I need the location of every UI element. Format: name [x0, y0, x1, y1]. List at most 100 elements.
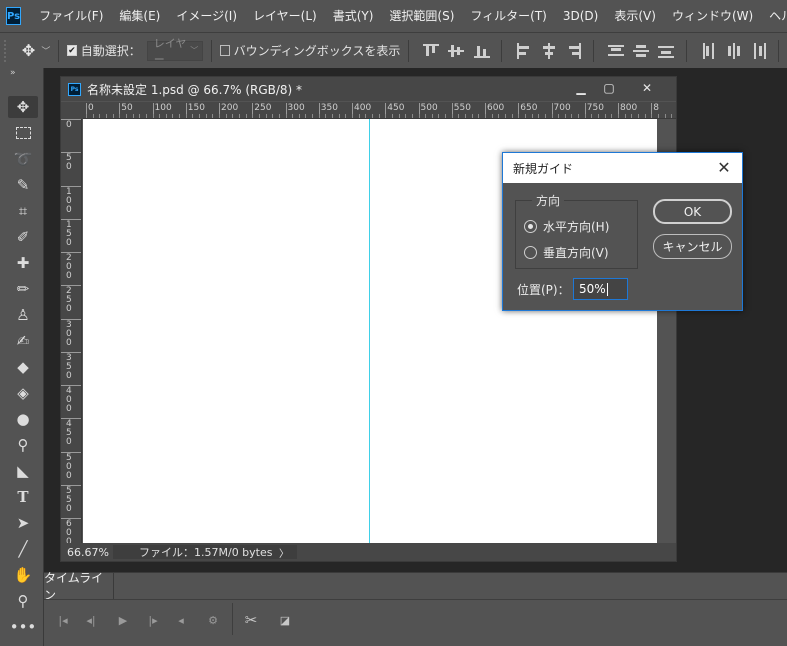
menu-item[interactable]: ファイル(F) — [31, 0, 111, 32]
distribute-right-icon[interactable] — [751, 42, 766, 59]
ruler-tick — [405, 114, 407, 118]
pen-tool-icon[interactable]: ◣ — [8, 460, 38, 482]
line-tool-icon[interactable]: ╱ — [8, 538, 38, 560]
layer-select[interactable]: レイヤー ﹀ — [146, 37, 204, 66]
menu-item[interactable]: 3D(D) — [555, 0, 606, 32]
ok-button[interactable]: OK — [653, 199, 732, 224]
type-tool-icon[interactable]: T — [8, 486, 38, 508]
divider — [500, 39, 502, 62]
marquee-tool-icon[interactable] — [8, 122, 38, 144]
align-left-icon[interactable] — [516, 42, 529, 59]
maximize-button[interactable]: ▢ — [593, 77, 625, 99]
menu-item[interactable]: 選択範囲(S) — [381, 0, 462, 32]
file-info[interactable]: ファイル：1.57M/0 bytes 〉 — [113, 545, 297, 560]
distribute-left-icon[interactable] — [701, 42, 714, 59]
tools-panel: » ✥ ➰ ✎ ⌗ ✐ ✚ ✏ ♙ ✍ ◆ ◈ ● ⚲ ◣ T ➤ ╱ ✋ ⚲ … — [0, 68, 44, 646]
menu-item[interactable]: レイヤー(L) — [245, 0, 325, 32]
align-top-icon[interactable] — [423, 43, 440, 59]
audio-icon[interactable]: ◂ — [170, 613, 192, 627]
horizontal-radio[interactable] — [524, 220, 537, 233]
ruler-tick-label: 150 — [185, 103, 205, 118]
ruler-tick-label: 800 — [617, 103, 638, 118]
distribute-hcenter-icon[interactable] — [726, 42, 740, 59]
move-tool-icon[interactable]: ✥ — [8, 96, 38, 118]
lasso-tool-icon[interactable]: ➰ — [8, 148, 38, 170]
brush-tool-icon[interactable]: ✏ — [8, 278, 38, 300]
transition-icon[interactable]: ◪ — [274, 613, 296, 627]
close-button[interactable]: ✕ — [631, 77, 663, 99]
ruler-tick — [232, 114, 234, 118]
ruler-tick — [657, 114, 659, 118]
healing-brush-tool-icon[interactable]: ✚ — [8, 252, 38, 274]
ruler-tick — [105, 114, 107, 118]
divider — [778, 39, 779, 62]
hand-tool-icon[interactable]: ✋ — [8, 564, 38, 586]
align-vcenter-icon[interactable] — [448, 43, 465, 59]
distribute-top-icon[interactable] — [608, 43, 625, 59]
align-bottom-icon[interactable] — [473, 43, 490, 59]
history-brush-tool-icon[interactable]: ✍ — [8, 330, 38, 352]
collapse-icon[interactable]: » — [10, 68, 16, 78]
menu-item[interactable]: ウィンドウ(W) — [664, 0, 761, 32]
ruler-tick-label: 200 — [218, 103, 239, 118]
scissors-icon[interactable]: ✂ — [240, 611, 262, 629]
quick-select-tool-icon[interactable]: ✎ — [8, 174, 38, 196]
dialog-title: 新規ガイド — [513, 161, 574, 176]
auto-select-label: 自動選択： — [80, 44, 141, 58]
align-right-icon[interactable] — [566, 42, 582, 59]
distribute-vcenter-icon[interactable] — [633, 43, 650, 59]
ruler-tick — [358, 114, 360, 118]
zoom-tool-icon[interactable]: ⚲ — [8, 590, 38, 612]
chevron-right-icon[interactable]: 〉 — [279, 545, 289, 560]
chevron-down-icon[interactable]: ﹀ — [41, 44, 50, 57]
bounding-box-checkbox[interactable] — [220, 45, 230, 56]
grip-handle[interactable] — [4, 39, 16, 62]
path-select-tool-icon[interactable]: ➤ — [8, 512, 38, 534]
close-icon[interactable]: ✕ — [716, 158, 732, 177]
menu-item[interactable]: フィルター(T) — [462, 0, 554, 32]
menu-item[interactable]: 書式(Y) — [325, 0, 382, 32]
align-hcenter-icon[interactable] — [541, 42, 555, 59]
zoom-level[interactable]: 66.67% — [61, 546, 113, 559]
play-icon[interactable]: ▶ — [112, 613, 134, 627]
vertical-radio[interactable] — [524, 246, 537, 259]
vertical-guide[interactable] — [369, 119, 370, 543]
distribute-bottom-icon[interactable] — [658, 43, 675, 59]
next-frame-icon[interactable]: |▸ — [142, 613, 164, 627]
dialog-titlebar[interactable]: 新規ガイド ✕ — [503, 153, 742, 183]
ruler-tick — [671, 114, 673, 118]
stamp-tool-icon[interactable]: ♙ — [8, 304, 38, 326]
ruler-tick — [219, 114, 220, 118]
eraser-tool-icon[interactable]: ◆ — [8, 356, 38, 378]
menu-item[interactable]: 表示(V) — [606, 0, 664, 32]
more-tools-icon[interactable]: ••• — [8, 616, 38, 638]
ruler-tick — [584, 114, 586, 118]
document-titlebar[interactable]: Ps 名称未設定 1.psd @ 66.7% (RGB/8) * ▁ ▢ ✕ — [61, 77, 676, 101]
blur-tool-icon[interactable]: ● — [8, 408, 38, 430]
dodge-tool-icon[interactable]: ⚲ — [8, 434, 38, 456]
eyedropper-tool-icon[interactable]: ✐ — [8, 226, 38, 248]
horizontal-ruler[interactable]: 0 50 100 150 200 250 300 350 400 450 500 550 600 650 7… — [83, 102, 676, 119]
menu-item[interactable]: 編集(E) — [111, 0, 168, 32]
ruler-tick — [252, 114, 254, 118]
ruler-tick-label: 0 — [86, 103, 94, 118]
auto-select-checkbox[interactable]: ✔ — [67, 45, 77, 56]
ruler-tick — [99, 114, 101, 118]
position-input[interactable]: 50% — [573, 278, 628, 300]
vertical-radio-row[interactable]: 垂直方向(V) — [524, 244, 609, 261]
crop-tool-icon[interactable]: ⌗ — [8, 200, 38, 222]
ruler-tick — [564, 114, 566, 118]
menu-item[interactable]: ヘルプ(H) — [761, 0, 787, 32]
vertical-ruler[interactable]: 050100150200250300350400450500550600 — [61, 119, 82, 547]
settings-gear-icon[interactable]: ⚙ — [202, 613, 224, 627]
chevron-down-icon: ﹀ — [190, 46, 199, 55]
ruler-tick — [298, 114, 300, 118]
move-tool-icon[interactable]: ✥ — [22, 41, 35, 60]
menu-item[interactable]: イメージ(I) — [168, 0, 245, 32]
cancel-button[interactable]: キャンセル — [653, 234, 732, 259]
previous-frame-icon[interactable]: ◂| — [80, 613, 102, 627]
paint-bucket-tool-icon[interactable]: ◈ — [8, 382, 38, 404]
tab-timeline[interactable]: タイムライン — [44, 571, 114, 602]
first-frame-icon[interactable]: |◂ — [52, 613, 74, 627]
horizontal-radio-row[interactable]: 水平方向(H) — [524, 218, 609, 235]
